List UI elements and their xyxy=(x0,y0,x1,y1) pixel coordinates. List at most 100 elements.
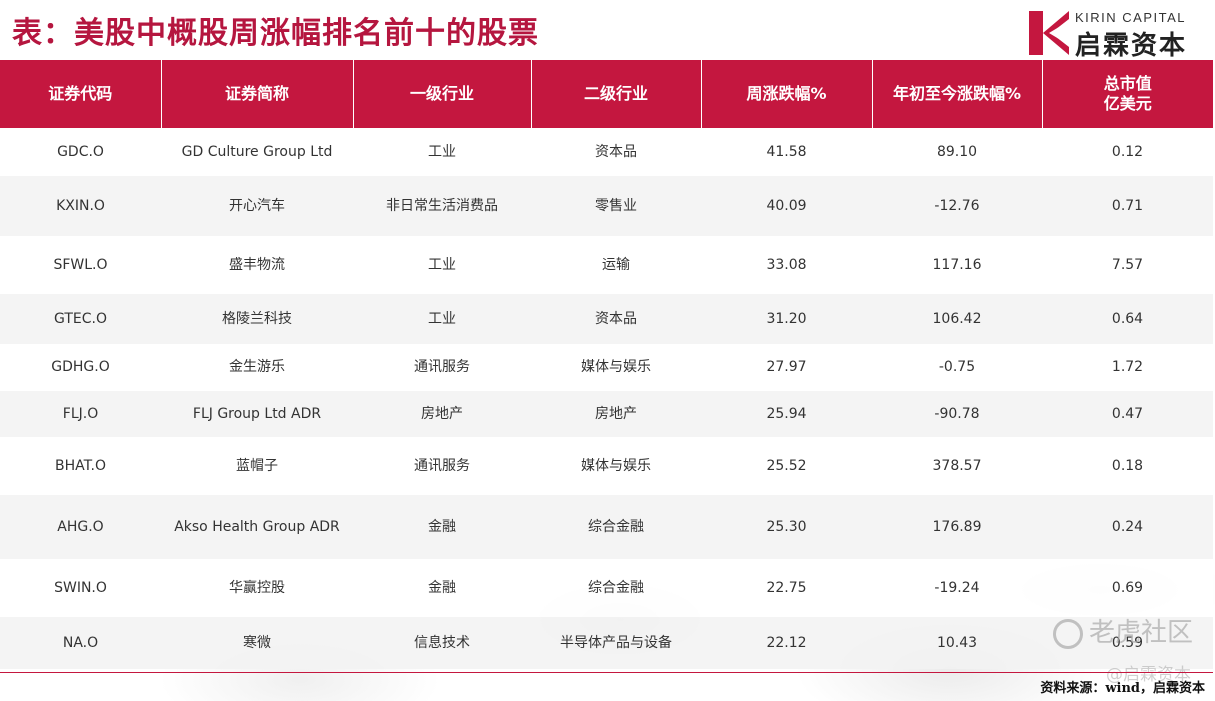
table-cell: 176.89 xyxy=(872,495,1042,559)
watermark-text: 老虎社区 xyxy=(1088,618,1193,648)
table-row: GDHG.O 金生游乐 通讯服务 媒体与娱乐 27.97 -0.75 1.72 xyxy=(0,344,1213,391)
table-cell: -19.24 xyxy=(872,559,1042,617)
table-cell: 格陵兰科技 xyxy=(161,294,353,344)
tiger-community-icon xyxy=(1052,618,1083,649)
logo-english-text: KIRIN CAPITAL xyxy=(1075,10,1187,25)
table-cell: 25.52 xyxy=(701,437,872,495)
table-cell: 25.30 xyxy=(701,495,872,559)
table-row: NA.O 寒微 信息技术 半导体产品与设备 22.12 10.43 0.59 xyxy=(0,617,1213,669)
table-cell: 10.43 xyxy=(872,617,1042,669)
table-cell: 22.75 xyxy=(701,559,872,617)
table-cell: 半导体产品与设备 xyxy=(531,617,701,669)
column-header: 周涨跌幅% xyxy=(701,60,873,128)
table-row: GDC.O GD Culture Group Ltd 工业 资本品 41.58 89.10… xyxy=(0,128,1213,176)
table-row: BHAT.O 蓝帽子 通讯服务 媒体与娱乐 25.52 378.57 0.18 xyxy=(0,437,1213,495)
table-cell: AHG.O xyxy=(0,495,161,559)
column-header: 二级行业 xyxy=(531,60,702,128)
table-cell: -12.76 xyxy=(872,176,1042,236)
table-cell: 40.09 xyxy=(701,176,872,236)
table-cell: GTEC.O xyxy=(0,294,161,344)
table-cell: FLJ.O xyxy=(0,391,161,437)
table-cell: 信息技术 xyxy=(353,617,531,669)
table-cell: 27.97 xyxy=(701,344,872,391)
table-cell: 0.24 xyxy=(1042,495,1213,559)
table-cell: 工业 xyxy=(353,128,531,176)
table-cell: 25.94 xyxy=(701,391,872,437)
table-cell: 金生游乐 xyxy=(161,344,353,391)
header-row: 证券代码 证券简称 一级行业 二级行业 周涨跌幅% 年初至今涨跌幅% 总市值 亿美元 xyxy=(0,60,1213,128)
table-cell: FLJ Group Ltd ADR xyxy=(161,391,353,437)
table-cell: 媒体与娱乐 xyxy=(531,437,701,495)
kirin-logo-icon xyxy=(1029,11,1069,55)
table-cell: 89.10 xyxy=(872,128,1042,176)
table-row: KXIN.O 开心汽车 非日常生活消费品 零售业 40.09 -12.76 0.71 xyxy=(0,176,1213,236)
source-note: 资料来源：wind，启霖资本 xyxy=(1040,681,1205,696)
page-title: 表：美股中概股周涨幅排名前十的股票 xyxy=(12,16,539,51)
table-row: SFWL.O 盛丰物流 工业 运输 33.08 117.16 7.57 xyxy=(0,236,1213,294)
table-cell: 工业 xyxy=(353,294,531,344)
table-cell: 开心汽车 xyxy=(161,176,353,236)
table-cell: 通讯服务 xyxy=(353,344,531,391)
table-cell: 金融 xyxy=(353,559,531,617)
kirin-capital-logo: KIRIN CAPITAL 启霖资本 xyxy=(1029,8,1197,61)
table-cell: 0.69 xyxy=(1042,559,1213,617)
column-header: 总市值 亿美元 xyxy=(1042,60,1213,128)
table-cell: NA.O xyxy=(0,617,161,669)
table-cell: 房地产 xyxy=(531,391,701,437)
table-cell: 零售业 xyxy=(531,176,701,236)
table-cell: 7.57 xyxy=(1042,236,1213,294)
column-header: 证券简称 xyxy=(161,60,354,128)
column-header: 证券代码 xyxy=(0,60,162,128)
table-cell: 寒微 xyxy=(161,617,353,669)
table-cell: 媒体与娱乐 xyxy=(531,344,701,391)
table-header: 证券代码 证券简称 一级行业 二级行业 周涨跌幅% 年初至今涨跌幅% 总市值 亿美元 xyxy=(0,60,1213,128)
table-cell: 0.47 xyxy=(1042,391,1213,437)
column-header: 一级行业 xyxy=(353,60,532,128)
table-cell: 非日常生活消费品 xyxy=(353,176,531,236)
table-cell: 0.18 xyxy=(1042,437,1213,495)
table-cell: 33.08 xyxy=(701,236,872,294)
table-cell: GD Culture Group Ltd xyxy=(161,128,353,176)
table-cell: 综合金融 xyxy=(531,559,701,617)
table-cell: 0.64 xyxy=(1042,294,1213,344)
table-cell: 资本品 xyxy=(531,128,701,176)
table-row: FLJ.O FLJ Group Ltd ADR 房地产 房地产 25.94 -90.78 0… xyxy=(0,391,1213,437)
table-cell: 22.12 xyxy=(701,617,872,669)
table-cell: -90.78 xyxy=(872,391,1042,437)
table-cell: SWIN.O xyxy=(0,559,161,617)
table-cell: -0.75 xyxy=(872,344,1042,391)
bottom-divider xyxy=(0,672,1213,673)
table-cell: GDC.O xyxy=(0,128,161,176)
table-cell: SFWL.O xyxy=(0,236,161,294)
table-cell: GDHG.O xyxy=(0,344,161,391)
table-cell: 金融 xyxy=(353,495,531,559)
table-cell: 117.16 xyxy=(872,236,1042,294)
table-cell: KXIN.O xyxy=(0,176,161,236)
watermark: 老虎社区 xyxy=(1052,612,1193,649)
table-cell: 0.71 xyxy=(1042,176,1213,236)
table-cell: 盛丰物流 xyxy=(161,236,353,294)
table-row: AHG.O Akso Health Group ADR 金融 综合金融 25.30 176… xyxy=(0,495,1213,559)
table-cell: 通讯服务 xyxy=(353,437,531,495)
column-header: 年初至今涨跌幅% xyxy=(872,60,1043,128)
table-cell: 工业 xyxy=(353,236,531,294)
table-cell: Akso Health Group ADR xyxy=(161,495,353,559)
table-cell: 蓝帽子 xyxy=(161,437,353,495)
table-row: GTEC.O 格陵兰科技 工业 资本品 31.20 106.42 0.64 xyxy=(0,294,1213,344)
stock-ranking-table: 证券代码 证券简称 一级行业 二级行业 周涨跌幅% 年初至今涨跌幅% 总市值 亿美元 GDC.… xyxy=(0,60,1213,669)
table-cell: 106.42 xyxy=(872,294,1042,344)
table-cell: BHAT.O xyxy=(0,437,161,495)
slide: 表：美股中概股周涨幅排名前十的股票 KIRIN CAPITAL 启霖资本 证券代… xyxy=(0,0,1215,701)
table-cell: 1.72 xyxy=(1042,344,1213,391)
table-cell: 0.12 xyxy=(1042,128,1213,176)
table-cell: 运输 xyxy=(531,236,701,294)
table-body: GDC.O GD Culture Group Ltd 工业 资本品 41.58 89.10… xyxy=(0,128,1213,669)
table-cell: 综合金融 xyxy=(531,495,701,559)
table-cell: 378.57 xyxy=(872,437,1042,495)
logo-chinese-text: 启霖资本 xyxy=(1075,31,1188,61)
table-cell: 41.58 xyxy=(701,128,872,176)
table-row: SWIN.O 华赢控股 金融 综合金融 22.75 -19.24 0.69 xyxy=(0,559,1213,617)
table-cell: 31.20 xyxy=(701,294,872,344)
table-cell: 房地产 xyxy=(353,391,531,437)
table-cell: 华赢控股 xyxy=(161,559,353,617)
